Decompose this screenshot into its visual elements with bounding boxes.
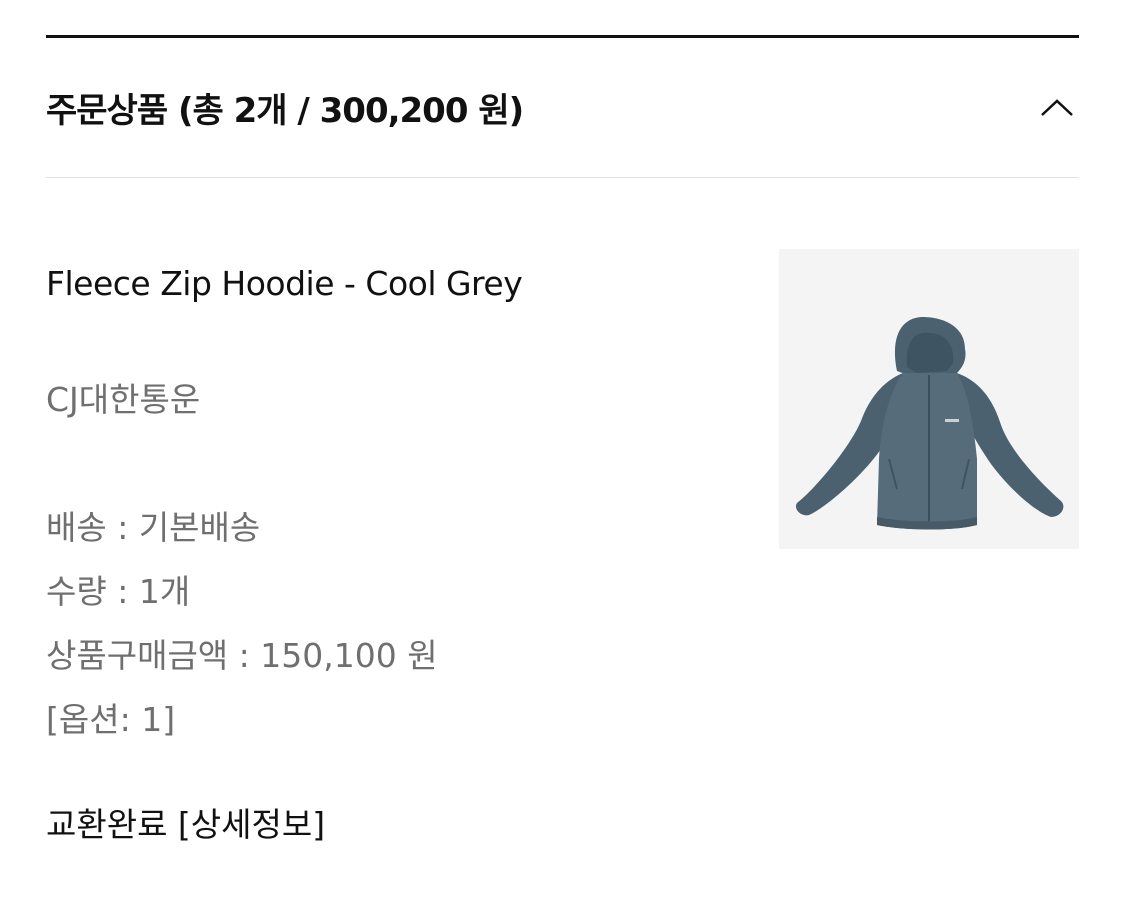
product-image[interactable] <box>779 249 1079 549</box>
chevron-up-icon[interactable] <box>1027 78 1087 138</box>
order-items-header[interactable]: 주문상품 (총 2개 / 300,200 원) <box>46 38 1079 178</box>
hoodie-image <box>795 317 1064 530</box>
purchase-amount: 상품구매금액 : 150,100 원 <box>46 636 438 675</box>
product-name[interactable]: Fleece Zip Hoodie - Cool Grey <box>46 264 523 303</box>
exchange-status-link[interactable]: 교환완료 [상세정보] <box>46 798 325 846</box>
quantity: 수량 : 1개 <box>46 572 191 611</box>
product-details: 배송 : 기본배송 수량 : 1개 상품구매금액 : 150,100 원 [옵션… <box>46 496 438 752</box>
shipping-method: 배송 : 기본배송 <box>46 508 261 547</box>
order-items-title: 주문상품 (총 2개 / 300,200 원) <box>46 91 524 131</box>
courier-name: CJ대한통운 <box>46 380 201 419</box>
option: [옵션: 1] <box>46 700 176 739</box>
